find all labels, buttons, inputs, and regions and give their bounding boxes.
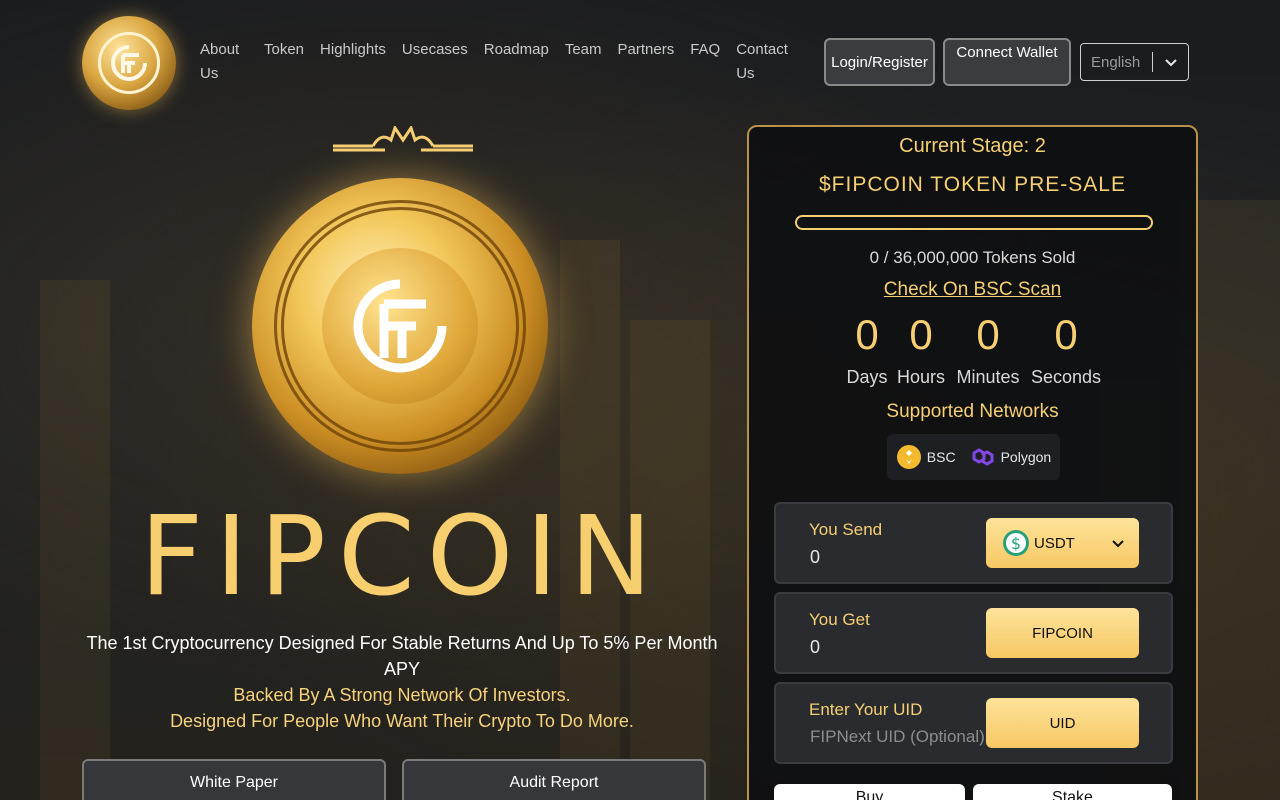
presale-progress-bar [795, 215, 1153, 230]
presale-card: Current Stage: 2 $FIPCOIN TOKEN PRE-SALE… [747, 125, 1198, 800]
network-bsc-label: BSC [926, 449, 956, 465]
usdt-icon: $ [1003, 530, 1029, 556]
bsc-scan-link[interactable]: Check On BSC Scan [749, 279, 1196, 301]
countdown-days: 0 Days [841, 309, 893, 388]
polygon-icon [972, 448, 994, 466]
countdown-seconds: 0 Seconds [1027, 309, 1105, 388]
you-get-value: 0 [810, 637, 821, 657]
countdown-hours-label: Hours [896, 367, 945, 387]
coin-core [322, 248, 478, 404]
you-get-label: You Get [809, 610, 870, 629]
chevron-down-icon [1153, 58, 1188, 67]
buy-button[interactable]: Buy [774, 784, 965, 800]
nav-usecases[interactable]: Usecases [402, 38, 484, 86]
token-select[interactable]: $ USDT [986, 518, 1139, 568]
you-get-box: You Get 0 FIPCOIN [774, 592, 1173, 674]
countdown-timer: 0 Days 0 Hours 0 Minutes 0 Seconds [841, 309, 1105, 388]
nav-about-us[interactable]: About Us [200, 38, 264, 86]
network-polygon-label: Polygon [1000, 449, 1052, 465]
nav-token[interactable]: Token [264, 38, 320, 86]
main-nav: About Us Token Highlights Usecases Roadm… [200, 38, 806, 86]
countdown-minutes-value: 0 [976, 311, 1000, 358]
fipcoin-coin-image [252, 178, 548, 474]
nav-highlights[interactable]: Highlights [320, 38, 402, 86]
login-register-button[interactable]: Login/Register [824, 38, 935, 86]
uid-input[interactable]: FIPNext UID (Optional) [810, 727, 985, 747]
supported-networks-title: Supported Networks [886, 401, 1059, 422]
countdown-hours: 0 Hours [893, 309, 949, 388]
chevron-down-icon [1112, 539, 1124, 547]
uid-box: Enter Your UID FIPNext UID (Optional) UI… [774, 682, 1173, 764]
token-select-value: $ USDT [1002, 529, 1075, 557]
hero-tagline: The 1st Cryptocurrency Designed For Stab… [86, 633, 718, 679]
countdown-minutes: 0 Minutes [949, 309, 1027, 388]
countdown-days-value: 0 [855, 311, 879, 358]
nav-contact-us[interactable]: Contact Us [736, 38, 806, 86]
countdown-days-label: Days [846, 367, 888, 387]
connect-wallet-button[interactable]: Connect Wallet [943, 38, 1071, 86]
tokens-sold: 0 / 36,000,000 Tokens Sold [869, 248, 1076, 267]
svg-text:$: $ [1011, 534, 1021, 553]
nav-partners[interactable]: Partners [618, 38, 691, 86]
logo-mark [98, 32, 160, 94]
hero-subtitle-crypto: Designed For People Who Want Their Crypt… [170, 711, 634, 731]
countdown-seconds-label: Seconds [1030, 367, 1102, 387]
presale-title: $FIPCOIN TOKEN PRE-SALE [819, 173, 1126, 196]
current-stage: Current Stage: 2 [899, 135, 1046, 157]
you-send-box: You Send 0 $ USDT [774, 502, 1173, 584]
white-paper-button[interactable]: White Paper [82, 759, 386, 800]
language-value: English [1091, 53, 1141, 71]
countdown-seconds-value: 0 [1054, 311, 1078, 358]
supported-networks: BSC Polygon [887, 434, 1060, 480]
audit-report-button[interactable]: Audit Report [402, 759, 706, 800]
you-send-label: You Send [809, 520, 883, 539]
nav-team[interactable]: Team [565, 38, 618, 86]
network-polygon[interactable]: Polygon [970, 446, 1052, 468]
countdown-minutes-label: Minutes [956, 367, 1020, 387]
countdown-hours-value: 0 [909, 311, 933, 358]
fipcoin-logo[interactable] [82, 16, 176, 110]
token-select-label: USDT [1034, 534, 1075, 552]
nav-roadmap[interactable]: Roadmap [484, 38, 565, 86]
coin-emblem-icon [353, 279, 447, 373]
crown-ornament-icon [333, 126, 473, 152]
network-bsc[interactable]: BSC [896, 444, 956, 470]
language-select[interactable]: English [1080, 43, 1189, 81]
nav-faq[interactable]: FAQ [690, 38, 736, 86]
bsc-icon [896, 445, 921, 469]
hero-subtitle-investors: Backed By A Strong Network Of Investors. [233, 685, 571, 705]
fipcoin-logo-icon [111, 45, 147, 81]
uid-label: Enter Your UID [809, 700, 923, 719]
stake-button[interactable]: Stake [973, 784, 1172, 800]
fipcoin-token-button[interactable]: FIPCOIN [986, 608, 1139, 658]
uid-button[interactable]: UID [986, 698, 1139, 748]
you-send-input[interactable]: 0 [810, 547, 820, 568]
hero-title: FIPCOIN [139, 492, 665, 620]
site-header: About Us Token Highlights Usecases Roadm… [0, 0, 1280, 120]
